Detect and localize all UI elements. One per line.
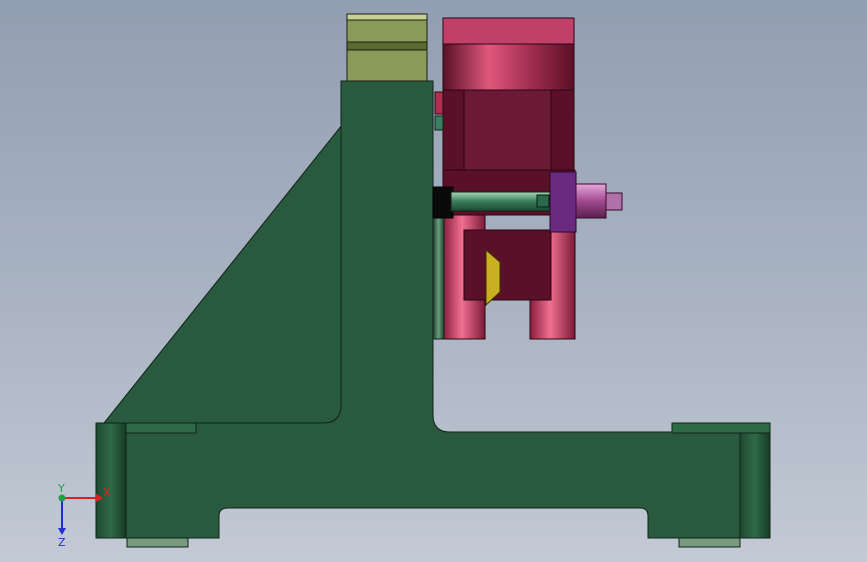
x-axis-label: X (103, 486, 111, 499)
adjust-collar[interactable] (549, 171, 577, 233)
graphics-viewport[interactable]: X Y Z (0, 0, 867, 562)
right-top-pad (671, 422, 771, 434)
y-axis-label: Y (57, 482, 65, 495)
z-axis-arrowhead (58, 528, 66, 535)
z-axis-label: Z (58, 536, 66, 549)
locating-disc[interactable] (432, 216, 445, 340)
adjust-nut[interactable] (575, 183, 623, 219)
right-foot-block[interactable] (739, 431, 771, 539)
cad-model-view[interactable]: X Y Z (0, 0, 867, 562)
left-bottom-pad (126, 537, 189, 548)
support-rib[interactable] (102, 123, 343, 424)
top-guide-block[interactable] (346, 13, 428, 82)
left-foot-block[interactable] (95, 422, 127, 539)
right-bottom-pad (678, 537, 741, 548)
y-axis-dot (58, 494, 66, 502)
left-top-pad (125, 422, 197, 434)
